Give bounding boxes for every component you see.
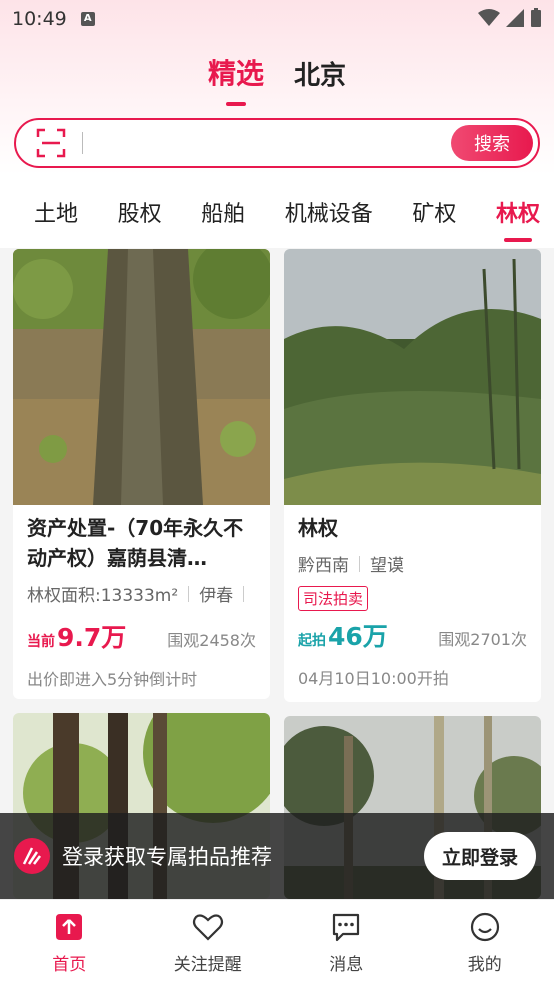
price-row: 起拍 46万 围观2701次 — [298, 617, 527, 653]
listing-card[interactable]: 林权 黔西南 望谟 司法拍卖 起拍 46万 围观2701次 04月10日10:0… — [284, 249, 541, 702]
search-input[interactable] — [89, 123, 451, 163]
meta-divider — [359, 555, 360, 572]
tab-label: 消息 — [329, 955, 364, 975]
category-forest-rights[interactable]: 林权 — [496, 196, 540, 228]
listing-region: 黔西南 — [298, 556, 349, 576]
category-tabs: 土地 股权 船舶 机械设备 矿权 林权 — [0, 175, 554, 248]
signal-icon — [506, 9, 524, 27]
price-value: 46万 — [328, 622, 388, 651]
listing-image-forest — [284, 249, 541, 505]
category-mining-rights[interactable]: 矿权 — [412, 196, 456, 228]
listing-image-tree-trunk — [13, 249, 270, 505]
price-value: 9.7万 — [57, 623, 127, 652]
listing-card[interactable]: 资产处置-（70年永久不动产权）嘉荫县清… 林权面积:13333m² 伊春 当前… — [13, 249, 270, 699]
listing-location: 望谟 — [370, 556, 404, 576]
status-time: 10:49 — [12, 8, 67, 30]
meta-divider — [188, 585, 190, 602]
wifi-icon — [478, 9, 500, 26]
tab-favorites[interactable]: 关注提醒 — [148, 910, 268, 975]
message-icon — [333, 913, 360, 942]
price-label: 起拍 — [298, 633, 326, 649]
listing-title: 林权 — [298, 516, 338, 540]
header-tabs: 精选 北京 — [0, 52, 554, 92]
tab-label: 我的 — [467, 955, 502, 975]
tab-label: 首页 — [52, 955, 87, 975]
category-machinery[interactable]: 机械设备 — [285, 196, 373, 228]
search-button[interactable]: 搜索 — [451, 125, 533, 161]
meta-divider — [243, 585, 245, 602]
judicial-auction-badge: 司法拍卖 — [298, 586, 369, 611]
home-upload-icon — [56, 914, 83, 940]
view-count: 围观2458次 — [167, 631, 256, 650]
category-ships[interactable]: 船舶 — [201, 196, 245, 228]
tab-profile[interactable]: 我的 — [425, 910, 545, 975]
login-button[interactable]: 立即登录 — [424, 832, 536, 880]
heart-icon — [192, 914, 223, 941]
tab-messages[interactable]: 消息 — [286, 910, 406, 975]
listing-title: 资产处置-（70年永久不动产权）嘉荫县清… — [27, 516, 244, 570]
status-bar: 10:49 A — [0, 0, 554, 38]
login-prompt-text: 登录获取专属拍品推荐 — [62, 845, 272, 869]
login-banner: 登录获取专属拍品推荐 立即登录 — [0, 813, 554, 899]
tab-label: 关注提醒 — [173, 955, 242, 975]
listing-footer: 04月10日10:00开拍 — [298, 669, 449, 688]
search-bar: 搜索 — [14, 118, 540, 168]
bottom-tab-bar: 首页 关注提醒 消息 我的 — [0, 899, 554, 985]
listing-footer: 出价即进入5分钟倒计时 — [27, 670, 198, 689]
search-divider — [82, 132, 83, 154]
scan-icon[interactable] — [36, 128, 66, 158]
tab-home[interactable]: 首页 — [9, 910, 129, 975]
listing-area: 林权面积:13333m² — [27, 586, 179, 606]
battery-icon — [531, 8, 541, 27]
tab-featured[interactable]: 精选 — [208, 52, 264, 92]
tab-city-beijing[interactable]: 北京 — [294, 55, 346, 92]
smile-icon — [470, 912, 499, 942]
status-icons — [478, 8, 542, 28]
listing-meta: 黔西南 望谟 — [298, 551, 527, 576]
price-label: 当前 — [27, 634, 55, 650]
category-equity[interactable]: 股权 — [118, 196, 162, 228]
listing-meta: 林权面积:13333m² 伊春 — [27, 581, 256, 606]
category-land[interactable]: 土地 — [34, 196, 78, 228]
app-logo-icon — [14, 838, 50, 874]
price-row: 当前 9.7万 围观2458次 — [27, 618, 256, 654]
view-count: 围观2701次 — [438, 630, 527, 649]
listing-location: 伊春 — [199, 586, 234, 606]
notification-icon: A — [80, 12, 95, 26]
